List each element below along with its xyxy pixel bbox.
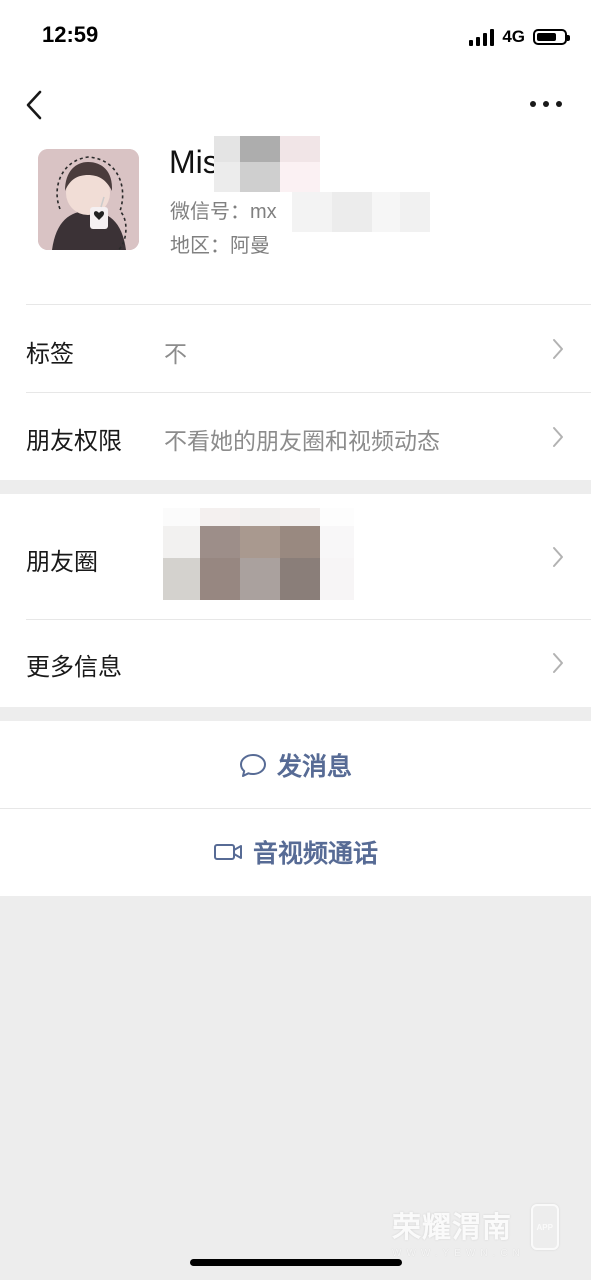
watermark-subtitle: WWW.YEWN.CN (392, 1248, 525, 1259)
status-bar: 12:59 4G (0, 0, 591, 72)
divider (26, 619, 591, 620)
status-time: 12:59 (42, 22, 99, 47)
moments-row[interactable]: 朋友圈 (0, 494, 591, 619)
profile-header: Mis 微信号：mx 地区：阿曼 (0, 136, 591, 304)
contact-region: 地区：阿曼 (170, 235, 270, 257)
divider (0, 808, 591, 809)
more-options-icon[interactable] (529, 98, 563, 110)
divider (26, 304, 591, 305)
site-watermark: 荣耀渭南 WWW.YEWN.CN APP (392, 1204, 559, 1259)
contact-info-section: 朋友圈 更多信息 (0, 494, 591, 707)
tag-value: 不 (164, 341, 187, 367)
app-badge-icon: APP (530, 1204, 559, 1250)
network-type: 4G (502, 27, 525, 46)
wechat-id-mosaic (292, 192, 430, 232)
status-indicators: 4G (469, 26, 570, 48)
more-info-label: 更多信息 (26, 654, 122, 681)
video-call-label: 音视频通话 (252, 840, 378, 868)
more-info-row[interactable]: 更多信息 (0, 619, 591, 707)
send-message-label: 发消息 (276, 752, 352, 781)
moments-label: 朋友圈 (26, 549, 98, 576)
chat-bubble-icon (239, 753, 266, 777)
tag-row[interactable]: 标签 不 (0, 304, 591, 392)
video-call-button[interactable]: 音视频通话 (0, 808, 591, 896)
battery-icon (533, 29, 570, 45)
contact-name: Mis (169, 144, 219, 180)
chevron-right-icon (553, 427, 563, 447)
friend-permission-label: 朋友权限 (26, 428, 122, 455)
home-indicator (190, 1259, 402, 1266)
back-arrow-icon[interactable] (22, 88, 48, 122)
friend-permission-row[interactable]: 朋友权限 不看她的朋友圈和视频动态 (0, 392, 591, 480)
chevron-right-icon (553, 339, 563, 359)
chevron-right-icon (553, 653, 563, 673)
nav-bar (0, 72, 591, 138)
watermark-text: 荣耀渭南 WWW.YEWN.CN (392, 1204, 525, 1259)
wechat-id: 微信号：mx (170, 201, 277, 223)
signal-icon (469, 28, 495, 46)
friend-permission-value: 不看她的朋友圈和视频动态 (164, 428, 440, 454)
name-mosaic (214, 136, 320, 192)
action-section: 发消息 音视频通话 (0, 721, 591, 896)
watermark-title: 荣耀渭南 (392, 1212, 513, 1244)
avatar[interactable] (38, 149, 139, 250)
contact-settings-section: 标签 不 朋友权限 不看她的朋友圈和视频动态 (0, 304, 591, 480)
divider (26, 392, 591, 393)
tag-label: 标签 (26, 341, 74, 368)
moments-thumbnails (163, 508, 354, 600)
avatar-image (38, 149, 139, 250)
chevron-right-icon (553, 547, 563, 567)
video-camera-icon (213, 844, 242, 860)
send-message-button[interactable]: 发消息 (0, 721, 591, 808)
